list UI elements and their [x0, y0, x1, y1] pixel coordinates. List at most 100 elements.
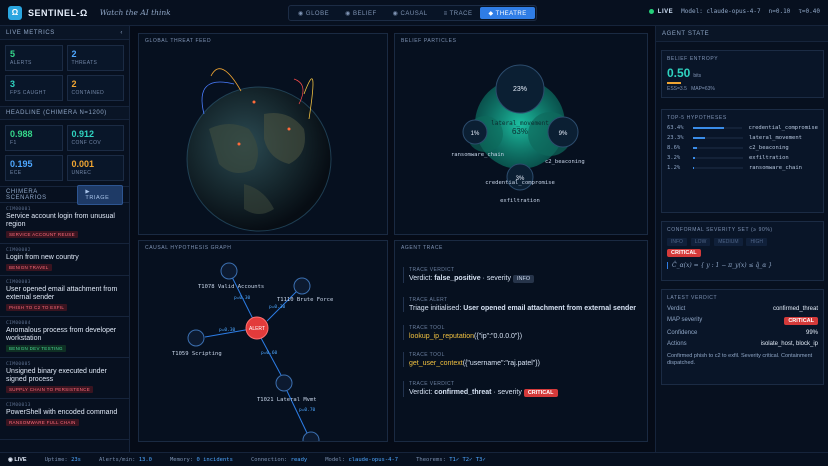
node-t1078[interactable]	[220, 262, 238, 280]
metric-value: 0.988	[10, 129, 33, 139]
scenario-title: Service account login from unusual regio…	[6, 213, 115, 228]
bubble-name-4: credential_compromise	[485, 180, 555, 186]
bottom-status-bar: ◉ LIVE Uptime: 23s Alerts/min: 13.0 Memo…	[0, 452, 828, 466]
hyp-prob: 8.6%	[667, 145, 681, 151]
scenario-id: CIM00004	[6, 321, 31, 326]
verdict-value: 99%	[805, 330, 818, 336]
chip-medium: MEDIUM	[714, 238, 743, 246]
scenario-tag: RANSOMWARE FULL CHAIN	[6, 419, 79, 426]
causal-panel: CAUSAL HYPOTHESIS GRAPH T1078 Valid Acco…	[138, 240, 388, 442]
footer-value: claude-opus-4-7	[348, 456, 399, 463]
footer-label: Connection:	[250, 456, 288, 463]
node-t1021[interactable]	[275, 374, 293, 392]
scenario-tag: SERVICE ACCOUNT REUSE	[6, 231, 78, 238]
metric-label: FPS CAUGHT	[10, 90, 47, 96]
trace-item[interactable]: TRACE ALERT Triage initialised: User ope…	[403, 297, 643, 312]
entropy-stats: ESS=3.5 MAP=63%	[667, 86, 818, 92]
hyp-bar	[693, 147, 743, 149]
hyp-name: exfiltration	[749, 155, 789, 161]
collapse-icon[interactable]: ‹	[120, 30, 123, 36]
verdict-row: Actions isolate_host, block_ip	[667, 341, 818, 347]
scenario-item[interactable]: CIM00003 User opened email attachment fro…	[0, 276, 129, 317]
hyp-bar-fill	[693, 147, 698, 149]
verdict-value: confirmed_threat	[772, 306, 818, 312]
verdict-key: Actions	[667, 341, 687, 347]
tab-causal[interactable]: ◉ CAUSAL	[385, 7, 436, 19]
node-t1059[interactable]	[187, 329, 205, 347]
hypothesis-row[interactable]: 23.3% lateral_movement	[667, 135, 818, 141]
metric-value: 5	[10, 49, 16, 59]
scenario-item[interactable]: CIM00013 PowerShell with encoded command R…	[0, 399, 129, 440]
footer-label: Memory:	[170, 456, 194, 463]
hyp-prob: 3.2%	[667, 155, 681, 161]
scenario-item[interactable]: CIM00002 Login from new country BENIGN TRA…	[0, 244, 129, 276]
hyp-prob: 1.2%	[667, 165, 681, 171]
hypothesis-row[interactable]: 1.2% ransomware_chain	[667, 165, 818, 171]
edge-label: p=0.60	[261, 350, 278, 356]
app-title: SENTINEL-Ω	[28, 7, 88, 18]
trace-kind: TRACE TOOL	[409, 325, 445, 331]
scenario-title: Unsigned binary executed under signed pr…	[6, 368, 107, 383]
hypothesis-row[interactable]: 3.2% exfiltration	[667, 155, 818, 161]
hyp-prob: 63.4%	[667, 125, 684, 131]
agent-state-title: AGENT STATE	[662, 30, 710, 37]
bubble-name-5: exfiltration	[500, 198, 540, 204]
bubble-pct-2: 1%	[471, 131, 480, 137]
tab-belief[interactable]: ◉ BELIEF	[337, 7, 385, 19]
footer-value: T1✓ T2✓ T3✓	[449, 456, 486, 463]
scenario-title: Anomalous process from developer worksta…	[6, 327, 117, 342]
scenario-tag: PHISH TO C2 TO EXFIL	[6, 304, 68, 311]
footer-memory: Memory: 0 incidents	[170, 457, 233, 463]
trace-prefix: Verdict:	[409, 389, 435, 396]
tab-theatre[interactable]: ◆ THEATRE	[480, 7, 535, 19]
node-label: T1078 Valid Accounts	[198, 284, 264, 290]
bubble-name-2: ransomware_chain	[451, 152, 504, 158]
app-logo: Ω	[8, 5, 22, 20]
belief-particles-visual[interactable]: 23% lateral_movement 63% 1% ransomware_c…	[395, 34, 648, 235]
globe-visual[interactable]	[139, 34, 388, 235]
hypothesis-row[interactable]: 8.6% c2_beaconing	[667, 145, 818, 151]
scenario-tag: BENIGN TRAVEL	[6, 264, 52, 271]
trace-item[interactable]: TRACE TOOL get_user_context({"username":…	[403, 352, 643, 367]
trace-suffix: · severity	[480, 275, 511, 282]
hyp-name: c2_beaconing	[749, 145, 789, 151]
trace-body: Verdict: confirmed_threat · severity CRIT…	[409, 389, 643, 397]
trace-kind: TRACE TOOL	[409, 352, 445, 358]
node-next[interactable]	[302, 431, 320, 442]
scenario-title: PowerShell with encoded command	[6, 409, 118, 416]
verdict-row: Confidence 99%	[667, 330, 818, 336]
view-tabs: ◉ GLOBE ◉ BELIEF ◉ CAUSAL ≡ TRACE ◆ THEA…	[288, 5, 537, 21]
scenario-item[interactable]: CIM00005 Unsigned binary executed under s…	[0, 358, 129, 399]
hyp-name: lateral_movement	[749, 135, 802, 141]
footer-label: Model:	[325, 456, 346, 463]
scenario-title: User opened email attachment from extern…	[6, 286, 118, 301]
card-title: BELIEF ENTROPY	[667, 56, 719, 62]
hyp-bar-fill	[693, 167, 694, 169]
hyp-bar	[693, 137, 743, 139]
scenario-item[interactable]: CIM00001 Service account login from unusu…	[0, 203, 129, 244]
footer-model: Model: claude-opus-4-7	[325, 457, 398, 463]
headline-title: HEADLINE (CHIMERA N=1200)	[6, 110, 107, 116]
hyp-prob: 23.3%	[667, 135, 684, 141]
hypothesis-row[interactable]: 63.4% credential_compromise	[667, 125, 818, 131]
node-t1110[interactable]	[293, 277, 311, 295]
causal-graph[interactable]: T1078 Valid Accounts T1110 Brute Force A…	[139, 241, 388, 442]
tab-trace[interactable]: ≡ TRACE	[436, 7, 481, 19]
trace-prefix: Verdict:	[409, 275, 435, 282]
node-label: T1110 Brute Force	[277, 297, 333, 303]
tab-globe[interactable]: ◉ GLOBE	[290, 7, 337, 19]
trace-kind: TRACE VERDICT	[409, 381, 455, 387]
entropy-bar	[667, 82, 681, 84]
app-tagline: Watch the AI think	[99, 8, 171, 17]
live-metrics-title: LIVE METRICS	[6, 29, 55, 36]
hyp-name: credential_compromise	[748, 125, 818, 131]
chip-high: HIGH	[746, 238, 767, 246]
triage-button[interactable]: ▶ TRIAGE	[77, 184, 123, 205]
scenario-item[interactable]: CIM00004 Anomalous process from developer…	[0, 317, 129, 358]
trace-item[interactable]: TRACE TOOL lookup_ip_reputation({"ip":"0…	[403, 325, 643, 340]
scenario-id: CIM00013	[6, 403, 31, 408]
trace-item[interactable]: TRACE VERDICT Verdict: false_positive · …	[403, 267, 643, 283]
footer-connection: Connection: ready	[251, 457, 307, 463]
edge-label: p=0.70	[299, 407, 316, 413]
trace-item[interactable]: TRACE VERDICT Verdict: confirmed_threat …	[403, 381, 643, 397]
